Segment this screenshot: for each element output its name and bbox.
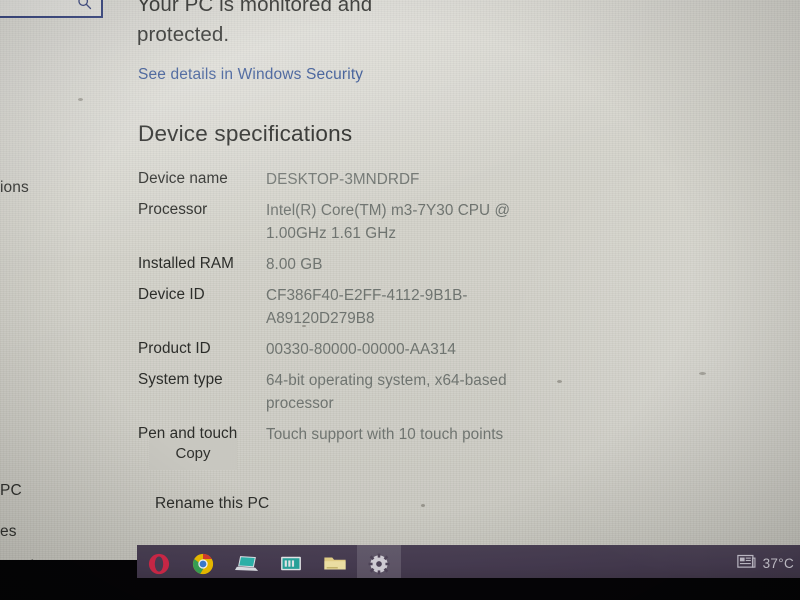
news-and-interests-icon[interactable]	[736, 554, 756, 574]
spec-label: System type	[138, 371, 223, 388]
settings-search-box[interactable]	[0, 0, 103, 18]
taskbar-app-buttons	[137, 545, 401, 582]
spec-value: 64-bit operating system, x64-based proce…	[266, 372, 507, 412]
copy-button[interactable]: Copy	[149, 438, 237, 470]
settings-gear-icon[interactable]	[357, 545, 401, 582]
table-row: Processor Intel(R) Core(TM) m3-7Y30 CPU …	[138, 199, 568, 245]
spec-label: Product ID	[138, 340, 211, 357]
photographed-laptop-screen: ions PC es earch Your PC is monitored an…	[0, 0, 800, 600]
screen-bezel-bottom	[0, 578, 800, 600]
device-specifications-heading: Device specifications	[138, 121, 353, 146]
spec-label: Device ID	[138, 286, 205, 303]
table-row: Device name DESKTOP-3MNDRDF	[138, 168, 568, 191]
app-teal-icon[interactable]	[269, 545, 313, 582]
rename-this-pc-link[interactable]: Rename this PC	[155, 495, 269, 513]
opera-icon[interactable]	[137, 545, 181, 582]
spec-label: Installed RAM	[138, 255, 234, 272]
chrome-icon[interactable]	[181, 545, 225, 582]
table-row: Product ID 00330-80000-00000-AA314	[138, 338, 568, 361]
table-row: Installed RAM 8.00 GB	[138, 253, 568, 276]
sidebar-item-rename-pc[interactable]: PC	[0, 482, 22, 500]
settings-left-nav: ions PC es earch	[0, 0, 137, 582]
spec-value: 00330-80000-00000-AA314	[266, 341, 456, 358]
sidebar-item-specifications[interactable]: ions	[0, 179, 29, 197]
laptop-icon[interactable]	[225, 545, 269, 582]
taskbar: 37°C	[137, 545, 800, 582]
spec-value: CF386F40-E2FF-4112-9B1B-A89120D279B8	[266, 287, 468, 327]
table-row: Device ID CF386F40-E2FF-4112-9B1B-A89120…	[138, 284, 568, 330]
search-icon	[77, 0, 92, 15]
spec-value: 8.00 GB	[266, 256, 323, 273]
device-specifications-table: Device name DESKTOP-3MNDRDF Processor In…	[138, 168, 568, 454]
file-explorer-icon[interactable]	[313, 545, 357, 582]
sidebar-item-updates[interactable]: es	[0, 523, 17, 541]
protection-status-text: Your PC is monitored and protected.	[137, 0, 373, 46]
spec-value: Intel(R) Core(TM) m3-7Y30 CPU @ 1.00GHz …	[266, 202, 511, 242]
spec-value: DESKTOP-3MNDRDF	[266, 171, 420, 188]
weather-temperature[interactable]: 37°C	[763, 556, 794, 571]
table-row: System type 64-bit operating system, x64…	[138, 369, 568, 415]
dust-speck	[699, 372, 706, 375]
spec-label: Device name	[138, 170, 228, 187]
spec-value: Touch support with 10 touch points	[266, 426, 504, 443]
spec-label: Processor	[138, 201, 208, 218]
taskbar-tray[interactable]: 37°C	[736, 545, 794, 582]
dust-speck	[421, 504, 425, 507]
windows-security-details-link[interactable]: See details in Windows Security	[138, 66, 363, 84]
about-settings-pane: Your PC is monitored and protected. See …	[137, 0, 800, 582]
